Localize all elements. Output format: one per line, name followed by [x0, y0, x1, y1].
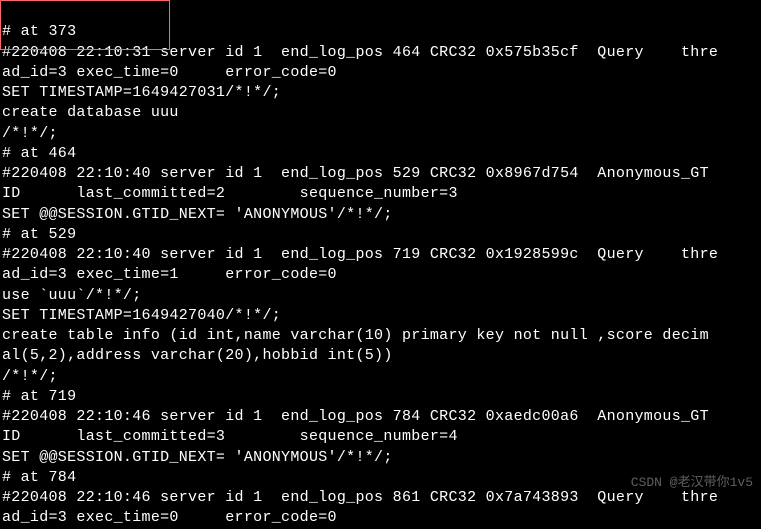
- terminal-line: al(5,2),address varchar(20),hobbid int(5…: [2, 347, 393, 364]
- terminal-line: #220408 22:10:31 server id 1 end_log_pos…: [2, 44, 718, 61]
- terminal-line: # at 373: [2, 23, 76, 40]
- terminal-line: SET TIMESTAMP=1649427031/*!*/;: [2, 84, 281, 101]
- terminal-line: ad_id=3 exec_time=0 error_code=0: [2, 64, 337, 81]
- terminal-line: SET TIMESTAMP=1649427040/*!*/;: [2, 307, 281, 324]
- terminal-line: create table info (id int,name varchar(1…: [2, 327, 709, 344]
- terminal-line: ID last_committed=3 sequence_number=4: [2, 428, 458, 445]
- terminal-line: ad_id=3 exec_time=0 error_code=0: [2, 509, 337, 526]
- watermark-text: CSDN @老汉带你1v5: [631, 474, 753, 492]
- terminal-line: # at 784: [2, 469, 76, 486]
- terminal-line: #220408 22:10:46 server id 1 end_log_pos…: [2, 489, 718, 506]
- terminal-line: #220408 22:10:40 server id 1 end_log_pos…: [2, 165, 709, 182]
- terminal-output: # at 373 #220408 22:10:31 server id 1 en…: [2, 2, 759, 529]
- terminal-line: # at 464: [2, 145, 76, 162]
- terminal-line: ID last_committed=2 sequence_number=3: [2, 185, 458, 202]
- terminal-line: SET @@SESSION.GTID_NEXT= 'ANONYMOUS'/*!*…: [2, 206, 393, 223]
- terminal-line: # at 719: [2, 388, 76, 405]
- terminal-line: #220408 22:10:40 server id 1 end_log_pos…: [2, 246, 718, 263]
- terminal-line: /*!*/;: [2, 125, 58, 142]
- terminal-line: use `uuu`/*!*/;: [2, 287, 142, 304]
- terminal-line: ad_id=3 exec_time=1 error_code=0: [2, 266, 337, 283]
- terminal-line: # at 529: [2, 226, 76, 243]
- terminal-line: SET @@SESSION.GTID_NEXT= 'ANONYMOUS'/*!*…: [2, 449, 393, 466]
- terminal-line: #220408 22:10:46 server id 1 end_log_pos…: [2, 408, 709, 425]
- terminal-line: /*!*/;: [2, 368, 58, 385]
- terminal-line: create database uuu: [2, 104, 179, 121]
